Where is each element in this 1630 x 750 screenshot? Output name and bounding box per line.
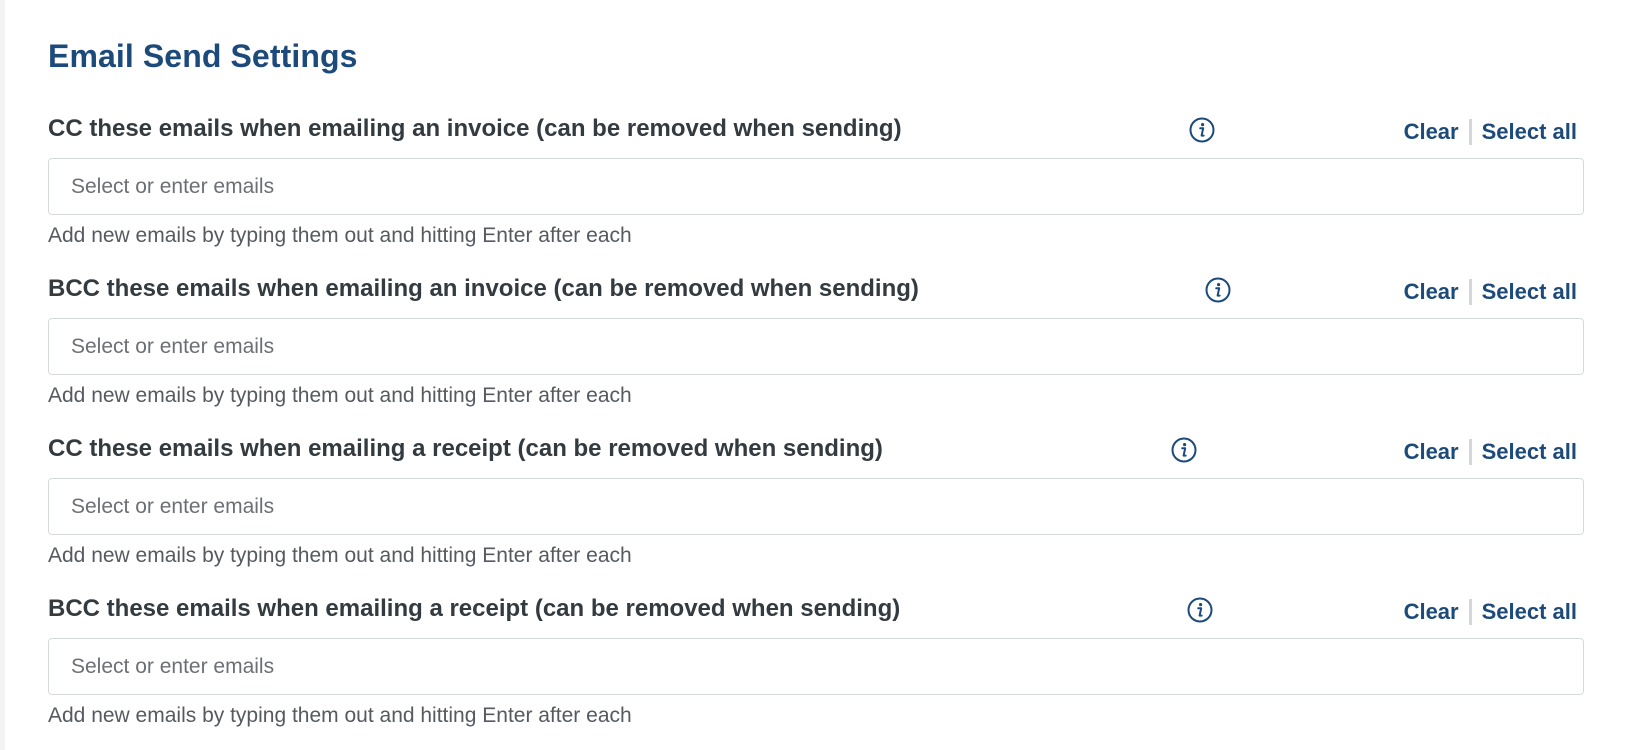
clear-button[interactable]: Clear — [1404, 599, 1459, 625]
bcc-invoice-field: BCC these emails when emailing an invoic… — [48, 274, 1584, 414]
field-help-text: Add new emails by typing them out and hi… — [48, 384, 632, 407]
select-all-button[interactable]: Select all — [1482, 599, 1577, 625]
info-circle-icon[interactable] — [1189, 117, 1215, 143]
field-actions: Clear Select all — [1404, 598, 1577, 626]
info-circle-icon[interactable] — [1205, 277, 1231, 303]
field-actions: Clear Select all — [1404, 278, 1577, 306]
page-title: Email Send Settings — [48, 38, 358, 74]
action-divider — [1468, 439, 1472, 465]
clear-button[interactable]: Clear — [1404, 439, 1459, 465]
bcc-receipt-field: BCC these emails when emailing a receipt… — [48, 594, 1584, 734]
action-divider — [1468, 599, 1472, 625]
email-select-input[interactable] — [48, 638, 1584, 695]
email-select-input[interactable] — [48, 478, 1584, 535]
email-select-input[interactable] — [48, 318, 1584, 375]
action-divider — [1468, 279, 1472, 305]
clear-button[interactable]: Clear — [1404, 119, 1459, 145]
field-help-text: Add new emails by typing them out and hi… — [48, 224, 632, 247]
field-actions: Clear Select all — [1404, 118, 1577, 146]
field-label: BCC these emails when emailing an invoic… — [48, 275, 919, 302]
action-divider — [1468, 119, 1472, 145]
field-label: CC these emails when emailing an invoice… — [48, 115, 902, 142]
field-label: BCC these emails when emailing a receipt… — [48, 595, 901, 622]
email-select-input[interactable] — [48, 158, 1584, 215]
left-border-strip — [0, 0, 5, 750]
cc-invoice-field: CC these emails when emailing an invoice… — [48, 114, 1584, 254]
clear-button[interactable]: Clear — [1404, 279, 1459, 305]
email-send-settings-page: Email Send Settings CC these emails when… — [0, 0, 1630, 750]
select-all-button[interactable]: Select all — [1482, 119, 1577, 145]
select-all-button[interactable]: Select all — [1482, 439, 1577, 465]
info-circle-icon[interactable] — [1187, 597, 1213, 623]
field-actions: Clear Select all — [1404, 438, 1577, 466]
field-help-text: Add new emails by typing them out and hi… — [48, 704, 632, 727]
field-label: CC these emails when emailing a receipt … — [48, 435, 883, 462]
cc-receipt-field: CC these emails when emailing a receipt … — [48, 434, 1584, 574]
select-all-button[interactable]: Select all — [1482, 279, 1577, 305]
info-circle-icon[interactable] — [1171, 437, 1197, 463]
field-help-text: Add new emails by typing them out and hi… — [48, 544, 632, 567]
